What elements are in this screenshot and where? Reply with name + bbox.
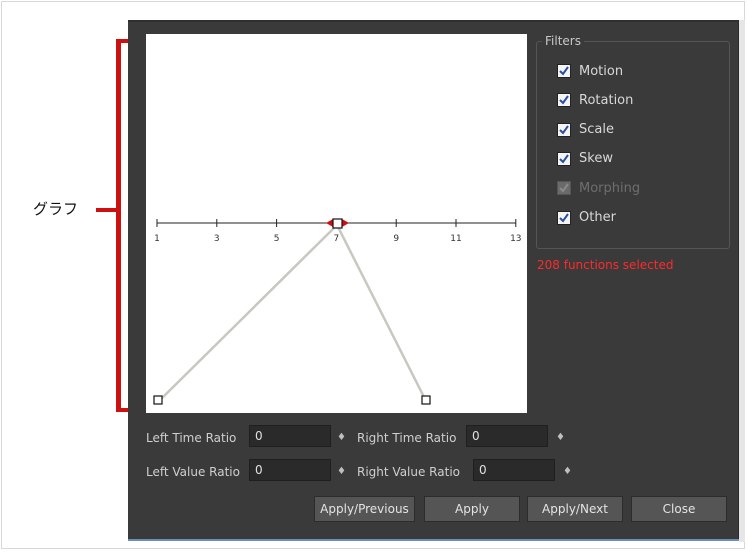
right-handle-marker [342, 219, 349, 227]
right-time-ratio-spinner[interactable]: ♦ [556, 432, 565, 443]
timeline-tick-label: 3 [214, 234, 220, 244]
filter-other[interactable]: Other [557, 210, 616, 226]
filter-skew[interactable]: Skew [557, 151, 613, 167]
keyframe-handle [332, 218, 343, 229]
timeline-tick-label: 13 [510, 234, 521, 244]
close-button[interactable]: Close [631, 496, 727, 522]
right-value-ratio-input[interactable]: 0 [473, 459, 555, 481]
left-curve-handle[interactable] [153, 395, 163, 405]
ease-graph[interactable]: 1 3 5 7 9 11 13 [146, 34, 527, 413]
timeline-tick-label: 11 [450, 234, 461, 244]
filter-scale[interactable]: Scale [557, 122, 614, 138]
apply-previous-button[interactable]: Apply/Previous [314, 496, 415, 522]
checkbox-icon[interactable] [557, 122, 571, 137]
left-time-ratio-input[interactable]: 0 [249, 425, 331, 447]
filter-morphing: Morphing [557, 180, 640, 196]
left-value-ratio-spinner[interactable]: ♦ [337, 466, 346, 477]
timeline-tick-label: 1 [154, 234, 160, 244]
dialog-bottom-border [128, 539, 739, 541]
right-value-ratio-spinner[interactable]: ♦ [563, 466, 572, 477]
graph-canvas: 1 3 5 7 9 11 13 [153, 218, 522, 405]
filter-label: Skew [579, 151, 613, 167]
timeline-tick-label: 7 [334, 234, 340, 244]
right-time-ratio-input[interactable]: 0 [466, 425, 548, 447]
timeline-tick-label: 9 [393, 234, 399, 244]
left-time-ratio-label: Left Time Ratio [146, 431, 237, 445]
left-handle-marker [326, 219, 333, 227]
filter-label: Morphing [579, 180, 641, 196]
filter-label: Rotation [579, 92, 634, 108]
right-time-ratio-label: Right Time Ratio [357, 431, 457, 445]
checkbox-icon[interactable] [557, 210, 571, 225]
filter-motion[interactable]: Motion [557, 63, 623, 79]
right-ease-curve [335, 224, 428, 402]
apply-next-button[interactable]: Apply/Next [527, 496, 623, 522]
apply-button[interactable]: Apply [424, 496, 520, 522]
left-value-ratio-label: Left Value Ratio [146, 465, 240, 479]
right-value-ratio-label: Right Value Ratio [357, 465, 460, 479]
filter-label: Scale [579, 122, 614, 138]
checkbox-icon[interactable] [557, 64, 571, 78]
checkbox-icon[interactable] [557, 93, 571, 108]
annotation-bracket [116, 39, 121, 412]
filters-title: Filters [542, 34, 584, 48]
left-value-ratio-input[interactable]: 0 [249, 459, 331, 481]
left-time-ratio-spinner[interactable]: ♦ [337, 432, 346, 443]
checkbox-icon [557, 181, 571, 196]
graph-annotation-label: グラフ [33, 200, 79, 218]
right-curve-handle[interactable] [421, 395, 431, 405]
timeline-tick-label: 5 [274, 234, 280, 244]
window-edge [739, 20, 745, 542]
filter-label: Motion [579, 63, 624, 79]
functions-selected-status: 208 functions selected [537, 258, 674, 272]
checkbox-icon[interactable] [557, 151, 571, 166]
filter-rotation[interactable]: Rotation [557, 92, 633, 108]
filter-label: Other [579, 210, 616, 225]
left-ease-curve [158, 224, 338, 402]
